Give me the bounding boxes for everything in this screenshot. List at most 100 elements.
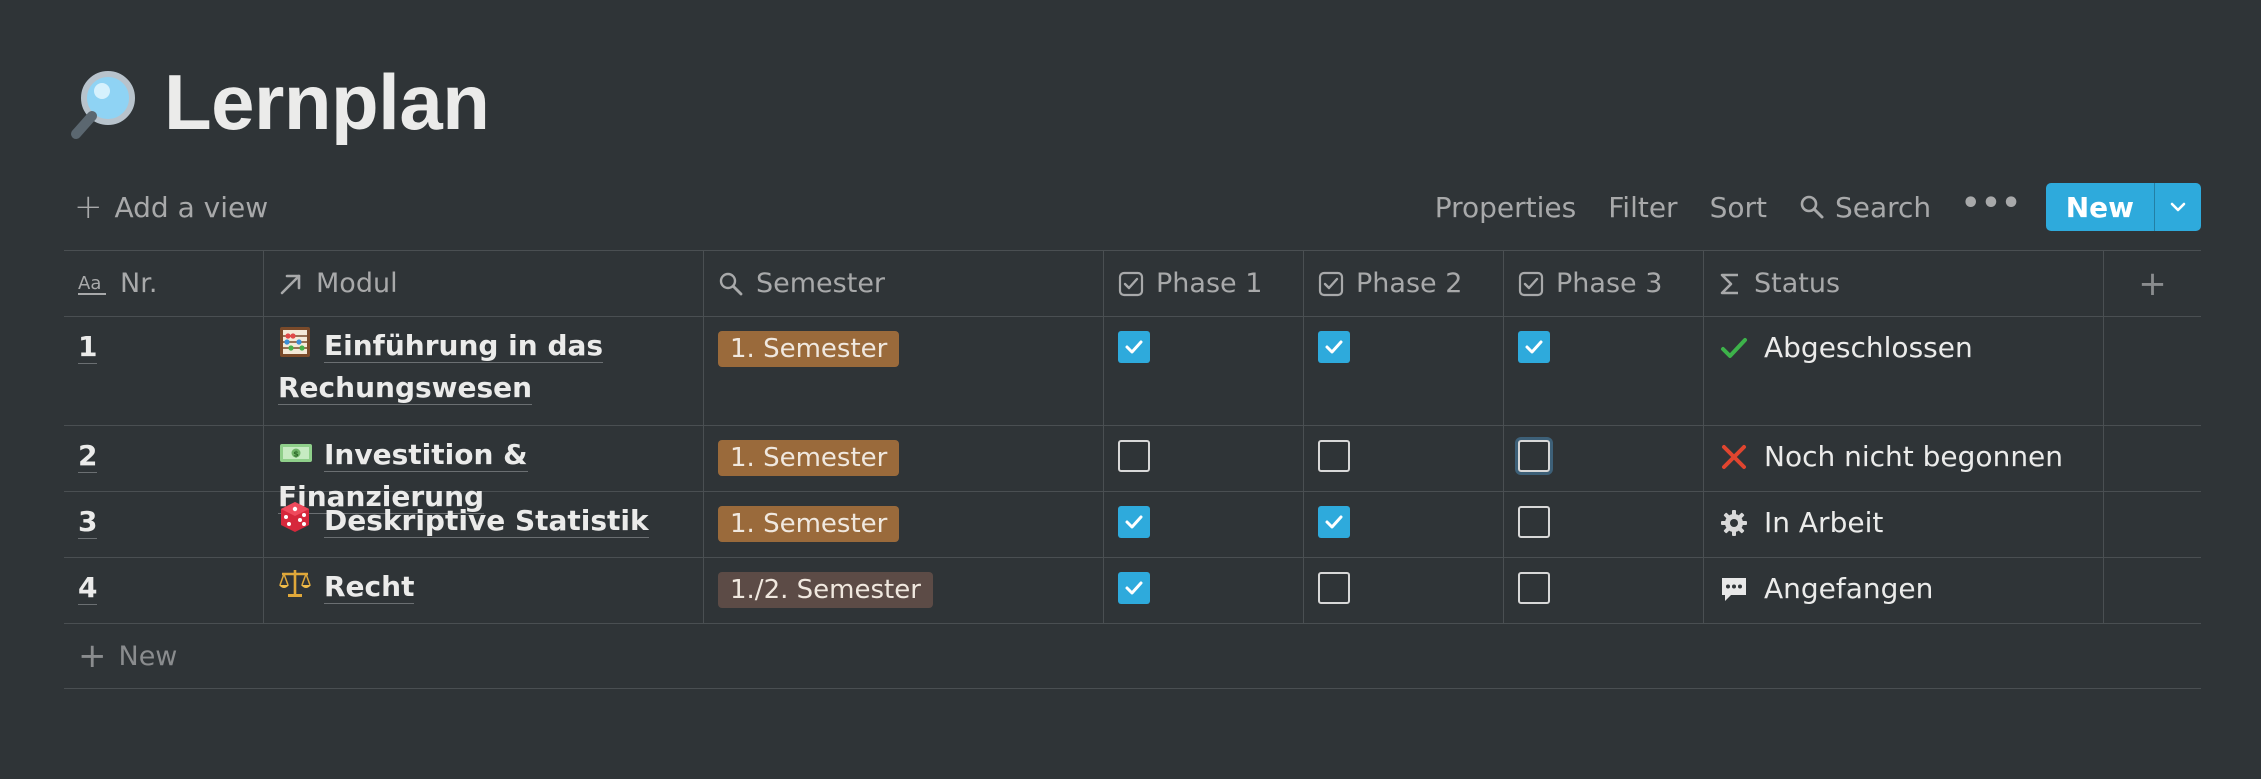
cell-phase-1 (1104, 558, 1304, 623)
properties-label: Properties (1434, 190, 1577, 224)
row-number[interactable]: 2 (78, 439, 98, 474)
cell-empty (2104, 317, 2201, 425)
sigma-icon (1718, 271, 1742, 297)
table-row[interactable]: 3 Deskriptive Statistik 1. Semester In A… (64, 492, 2201, 558)
check-mark-icon (1718, 332, 1750, 364)
cell-nr[interactable]: 1 (64, 317, 264, 425)
cell-phase-3 (1504, 492, 1704, 557)
phase-3-checkbox[interactable] (1518, 331, 1550, 363)
semester-tag: 1./2. Semester (718, 572, 933, 608)
svg-text:$: $ (293, 450, 299, 459)
column-label: Phase 2 (1356, 268, 1463, 299)
cell-phase-1 (1104, 317, 1304, 425)
dice-icon (278, 500, 312, 532)
column-header-phase-1[interactable]: Phase 1 (1104, 251, 1304, 316)
cell-semester[interactable]: 1. Semester (704, 317, 1104, 425)
column-header-status[interactable]: Status (1704, 251, 2104, 316)
more-options-icon[interactable]: ••• (1947, 186, 2040, 229)
cell-phase-2 (1304, 426, 1504, 491)
cell-status[interactable]: Abgeschlossen (1704, 317, 2104, 425)
phase-3-checkbox[interactable] (1518, 440, 1550, 472)
column-header-phase-3[interactable]: Phase 3 (1504, 251, 1704, 316)
cell-empty (2104, 558, 2201, 623)
column-label: Nr. (120, 268, 158, 299)
cell-status[interactable]: Angefangen (1704, 558, 2104, 623)
column-label: Semester (756, 268, 886, 299)
table-row[interactable]: 4 Recht 1./2. Semester Angefangen (64, 558, 2201, 624)
database-table: Aa Nr. Modul Semester Phase 1 Phase 2 Ph… (64, 250, 2201, 689)
modul-link[interactable]: Deskriptive Statistik (324, 504, 649, 538)
phase-1-checkbox[interactable] (1118, 506, 1150, 538)
cell-nr[interactable]: 4 (64, 558, 264, 623)
cell-phase-1 (1104, 492, 1304, 557)
search-icon (718, 271, 744, 297)
new-button-group: New (2045, 183, 2201, 231)
table-header-row: Aa Nr. Modul Semester Phase 1 Phase 2 Ph… (64, 251, 2201, 317)
phase-2-checkbox[interactable] (1318, 506, 1350, 538)
cell-phase-3 (1504, 558, 1704, 623)
cell-status[interactable]: In Arbeit (1704, 492, 2104, 557)
column-header-phase-2[interactable]: Phase 2 (1304, 251, 1504, 316)
cell-phase-2 (1304, 558, 1504, 623)
scales-icon (278, 566, 312, 597)
new-dropdown-button[interactable] (2154, 183, 2201, 231)
magnifier-icon[interactable] (68, 64, 144, 140)
semester-tag: 1. Semester (718, 440, 900, 476)
phase-1-checkbox[interactable] (1118, 440, 1150, 472)
search-icon (1799, 194, 1825, 220)
cell-semester[interactable]: 1./2. Semester (704, 558, 1104, 623)
add-view-button[interactable]: + Add a view (64, 190, 268, 224)
add-view-label: Add a view (114, 190, 269, 224)
cell-modul[interactable]: Recht (264, 558, 704, 623)
new-button[interactable]: New (2045, 183, 2154, 231)
semester-tag: 1. Semester (718, 331, 900, 367)
status-text: In Arbeit (1764, 506, 1884, 539)
column-label: Phase 3 (1556, 268, 1663, 299)
add-row-button[interactable]: + New (64, 624, 2201, 689)
cell-status[interactable]: Noch nicht begonnen (1704, 426, 2104, 491)
title-row: Lernplan (68, 52, 490, 152)
phase-1-checkbox[interactable] (1118, 331, 1150, 363)
gear-icon (1718, 507, 1750, 539)
cell-semester[interactable]: 1. Semester (704, 492, 1104, 557)
cell-phase-2 (1304, 492, 1504, 557)
cell-semester[interactable]: 1. Semester (704, 426, 1104, 491)
cell-nr[interactable]: 2 (64, 426, 264, 491)
status-text: Angefangen (1764, 572, 1934, 605)
column-header-nr[interactable]: Aa Nr. (64, 251, 264, 316)
column-header-semester[interactable]: Semester (704, 251, 1104, 316)
cell-phase-3 (1504, 317, 1704, 425)
phase-2-checkbox[interactable] (1318, 331, 1350, 363)
table-row[interactable]: 2 $ Investition & Finanzierung 1. Semest (64, 426, 2201, 514)
cell-nr[interactable]: 3 (64, 492, 264, 557)
checkbox-icon (1318, 271, 1344, 297)
table-row[interactable]: 1 Einführung in das Rechungswesen 1. Sem… (64, 317, 2201, 426)
row-number[interactable]: 1 (78, 330, 98, 365)
sort-label: Sort (1709, 190, 1767, 224)
filter-button[interactable]: Filter (1592, 191, 1693, 224)
search-button[interactable]: Search (1783, 191, 1947, 224)
cell-modul[interactable]: $ Investition & Finanzierung (264, 426, 704, 514)
properties-button[interactable]: Properties (1419, 191, 1593, 224)
row-number[interactable]: 3 (78, 505, 98, 540)
phase-2-checkbox[interactable] (1318, 572, 1350, 604)
phase-1-checkbox[interactable] (1118, 572, 1150, 604)
modul-link[interactable]: Recht (324, 570, 415, 604)
column-label: Status (1754, 268, 1841, 299)
toolbar-actions: Properties Filter Sort Search ••• New (1419, 183, 2201, 231)
cell-modul[interactable]: Deskriptive Statistik (264, 492, 704, 557)
cell-phase-1 (1104, 426, 1304, 491)
phase-2-checkbox[interactable] (1318, 440, 1350, 472)
page-title[interactable]: Lernplan (164, 57, 490, 148)
page: Lernplan + Add a view Properties Filter … (0, 0, 2261, 779)
column-header-modul[interactable]: Modul (264, 251, 704, 316)
add-property-button[interactable]: + (2104, 251, 2201, 316)
modul-link[interactable]: Einführung in das Rechungswesen (278, 329, 604, 405)
phase-3-checkbox[interactable] (1518, 572, 1550, 604)
sort-button[interactable]: Sort (1694, 191, 1783, 224)
row-number[interactable]: 4 (78, 571, 98, 606)
cell-modul[interactable]: Einführung in das Rechungswesen (264, 317, 704, 425)
add-row-label: New (118, 640, 178, 672)
phase-3-checkbox[interactable] (1518, 506, 1550, 538)
status-text: Noch nicht begonnen (1764, 440, 2064, 473)
